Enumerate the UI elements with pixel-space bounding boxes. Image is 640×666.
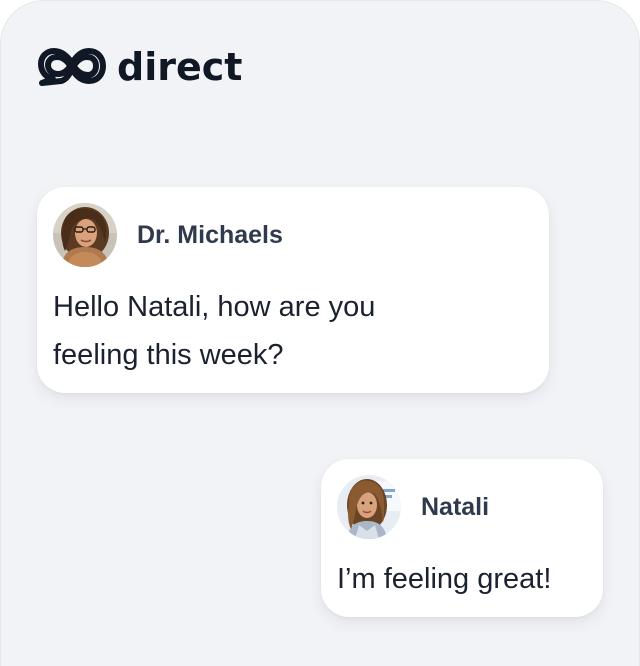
infinity-chat-logo-icon [38,48,106,86]
doctor-avatar[interactable] [53,203,117,267]
incoming-message-bubble[interactable]: Dr. Michaels Hello Natali, how are you f… [37,187,549,393]
message-text: Hello Natali, how are you feeling this w… [53,291,376,371]
sender-name: Dr. Michaels [137,221,283,249]
app-logo: direct [37,45,242,89]
sender-name: Natali [421,493,490,521]
message-text: I’m feeling great! [337,563,552,595]
patient-avatar[interactable] [337,475,401,539]
outgoing-message-bubble[interactable]: Natali I’m feeling great! [321,459,603,617]
chat-panel: direct Dr. Michaels Hello Natali, how ar… [0,0,640,666]
logo-text: direct [117,45,243,89]
